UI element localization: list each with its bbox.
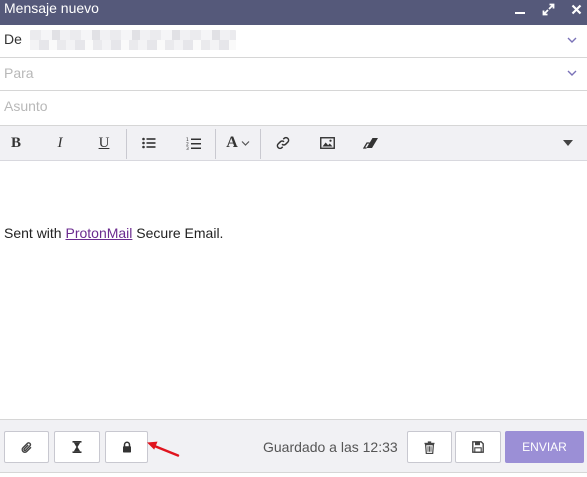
signature: Sent with ProtonMail Secure Email. [4,225,223,241]
expand-icon[interactable] [541,2,555,16]
minimize-icon[interactable] [513,2,527,16]
encryption-button[interactable] [105,431,148,463]
underline-icon: U [98,134,110,151]
signature-suffix: Secure Email. [132,225,224,241]
more-options-button[interactable] [556,126,580,160]
attach-button[interactable] [4,431,49,463]
insert-image-button[interactable] [315,126,339,160]
from-field[interactable]: De [0,25,587,58]
numbered-list-icon: 1 2 3 [186,137,201,150]
bold-button[interactable]: B [4,126,28,160]
signature-prefix: Sent with [4,225,66,241]
from-address-redacted [30,30,236,50]
toolbar-divider [126,129,127,159]
trash-icon [424,440,435,454]
numbered-list-button[interactable]: 1 2 3 [181,126,205,160]
eraser-icon [363,138,378,149]
chevron-down-icon[interactable] [567,68,577,78]
save-draft-button[interactable] [455,431,501,463]
underline-button[interactable]: U [92,126,116,160]
toolbar-divider [215,129,216,159]
bulleted-list-button[interactable] [137,126,161,160]
message-body-editor[interactable]: Sent with ProtonMail Secure Email. [0,161,587,419]
font-size-icon: A [226,134,238,151]
to-field[interactable] [0,58,587,91]
send-button[interactable]: ENVIAR [505,431,584,463]
svg-text:3: 3 [186,146,189,150]
insert-link-button[interactable] [271,126,295,160]
to-input[interactable] [4,58,557,88]
composer-titlebar: Mensaje nuevo [0,0,587,25]
annotation-arrow [147,441,180,457]
hourglass-icon [72,441,82,453]
more-caret-icon [563,140,573,146]
clear-formatting-button[interactable] [359,126,383,160]
expiration-button[interactable] [54,431,100,463]
paperclip-icon [21,441,31,453]
composer-footer: Guardado a las 12:33 ENVIAR [0,419,587,473]
window-title: Mensaje nuevo [4,0,99,16]
bold-icon: B [10,134,21,151]
bulleted-list-icon [142,137,156,149]
subject-field[interactable] [0,91,587,125]
window-controls [513,0,583,18]
chevron-down-icon[interactable] [567,35,577,45]
formatting-toolbar: B I U 1 2 3 A [0,125,587,161]
saved-status: Guardado a las 12:33 [263,439,398,455]
image-icon [319,137,335,149]
from-label: De [4,31,22,47]
delete-draft-button[interactable] [407,431,452,463]
italic-button[interactable]: I [48,126,72,160]
signature-link[interactable]: ProtonMail [65,225,132,241]
chevron-down-icon [241,140,250,146]
subject-input[interactable] [4,91,557,121]
toolbar-divider [260,129,261,159]
lock-icon [122,441,131,453]
link-icon [276,136,290,150]
font-size-button[interactable]: A [222,126,254,160]
close-icon[interactable] [569,2,583,16]
save-icon [472,441,484,453]
italic-icon: I [57,134,63,151]
